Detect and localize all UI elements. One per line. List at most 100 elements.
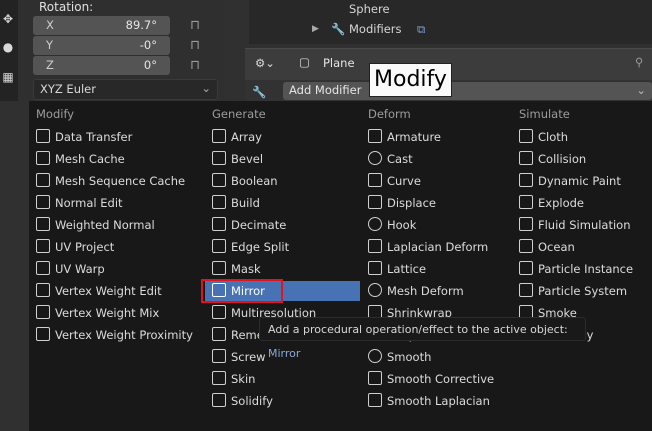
expand-arrow-icon[interactable]: ▶ [312,24,319,34]
menu-item-cloth[interactable]: Cloth [519,126,652,148]
menu-item-label: Dynamic Paint [538,174,621,188]
add-modifier-dropdown[interactable]: Add Modifier ⌄ [283,82,652,100]
data-transfer-icon [36,129,50,143]
menu-item-skin[interactable]: Skin [212,368,360,390]
menu-item-collision[interactable]: Collision [519,148,652,170]
menu-item-vertex-weight-proximity[interactable]: Vertex Weight Proximity [36,324,206,346]
menu-item-cast[interactable]: Cast [368,148,516,170]
column-header-deform: Deform [368,107,411,121]
menu-item-armature[interactable]: Armature [368,126,516,148]
menu-item-label: Ocean [538,240,575,254]
menu-item-bevel[interactable]: Bevel [212,148,360,170]
rotation-mode-dropdown[interactable]: XYZ Euler ⌄ [33,79,218,100]
object-name: Plane [323,56,355,70]
axis-label: X [46,18,54,32]
menu-item-smooth-laplacian[interactable]: Smooth Laplacian [368,390,516,412]
menu-item-uv-project[interactable]: UV Project [36,236,206,258]
menu-item-array[interactable]: Array [212,126,360,148]
menu-item-label: Hook [387,218,417,232]
build-icon [212,195,226,209]
cast-icon [368,151,382,165]
uv-project-icon [36,239,50,253]
menu-item-label: Lattice [387,262,427,276]
menu-item-label: Normal Edit [55,196,123,210]
menu-item-label: Boolean [231,174,278,188]
menu-item-label: Mask [231,262,261,276]
displace-icon [368,195,382,209]
outliner-row-modifiers[interactable]: ▶ 🔧 Modifiers ⧉ [249,20,652,40]
tooltip-highlight: Mirror [268,347,301,360]
menu-item-displace[interactable]: Displace [368,192,516,214]
transform-tool-icon[interactable]: ✥ [1,12,15,26]
menu-item-weighted-normal[interactable]: Weighted Normal [36,214,206,236]
menu-item-label: Curve [387,174,421,188]
menu-item-label: Particle System [538,284,628,298]
lock-icon[interactable]: ⊓ [190,59,206,73]
outliner: Sphere ▶ 🔧 Modifiers ⧉ [249,0,652,44]
modify-annotation: Modify [369,63,452,97]
menu-item-boolean[interactable]: Boolean [212,170,360,192]
menu-item-uv-warp[interactable]: UV Warp [36,258,206,280]
menu-item-laplacian-deform[interactable]: Laplacian Deform [368,236,516,258]
grid-view-icon[interactable]: ▦ [1,70,15,84]
outliner-row-sphere[interactable]: Sphere [249,0,652,20]
pin-icon[interactable]: ⚲ [635,55,643,69]
lock-icon[interactable]: ⊓ [190,39,206,53]
menu-item-mask[interactable]: Mask [212,258,360,280]
menu-item-particle-system[interactable]: Particle System [519,280,652,302]
menu-item-mesh-deform[interactable]: Mesh Deform [368,280,516,302]
menu-item-vertex-weight-edit[interactable]: Vertex Weight Edit [36,280,206,302]
menu-item-fluid-simulation[interactable]: Fluid Simulation [519,214,652,236]
menu-item-explode[interactable]: Explode [519,192,652,214]
menu-item-label: Bevel [231,152,264,166]
menu-item-edge-split[interactable]: Edge Split [212,236,360,258]
menu-item-normal-edit[interactable]: Normal Edit [36,192,206,214]
menu-item-vertex-weight-mix[interactable]: Vertex Weight Mix [36,302,206,324]
wrench-icon: 🔧 [331,22,346,36]
column-header-generate: Generate [212,107,266,121]
menu-item-label: Laplacian Deform [387,240,489,254]
menu-item-lattice[interactable]: Lattice [368,258,516,280]
chevron-down-icon: ⌄ [201,81,211,95]
menu-item-label: Vertex Weight Mix [55,306,160,320]
menu-item-label: Smooth Laplacian [387,394,490,408]
multiresolution-icon [212,305,226,319]
lock-icon[interactable]: ⊓ [190,19,206,33]
menu-item-solidify[interactable]: Solidify [212,390,360,412]
menu-item-label: Edge Split [231,240,290,254]
menu-item-label: Mesh Deform [387,284,464,298]
outliner-label: Sphere [349,2,390,16]
add-modifier-label: Add Modifier [289,83,362,97]
editor-type-icon[interactable]: ⚙⌄ [255,56,275,70]
mirror-annotation-box [201,279,283,303]
boolean-icon [212,173,226,187]
outliner-label: Modifiers [349,22,402,36]
armature-icon [368,129,382,143]
vertex-weight-mix-icon [36,305,50,319]
weighted-normal-icon [36,217,50,231]
wrench-tab-icon[interactable]: 🔧 [252,85,266,99]
menu-item-label: Weighted Normal [55,218,155,232]
rotation-y-field[interactable]: Y -0° [33,36,170,55]
menu-item-particle-instance[interactable]: Particle Instance [519,258,652,280]
menu-item-label: Build [231,196,260,210]
menu-item-label: Vertex Weight Proximity [55,328,193,342]
menu-item-dynamic-paint[interactable]: Dynamic Paint [519,170,652,192]
menu-item-mesh-sequence-cache[interactable]: Mesh Sequence Cache [36,170,206,192]
bevel-icon [212,151,226,165]
menu-item-build[interactable]: Build [212,192,360,214]
ocean-icon [519,239,533,253]
menu-item-decimate[interactable]: Decimate [212,214,360,236]
menu-item-ocean[interactable]: Ocean [519,236,652,258]
menu-item-hook[interactable]: Hook [368,214,516,236]
menu-item-data-transfer[interactable]: Data Transfer [36,126,206,148]
menu-item-smooth-corrective[interactable]: Smooth Corrective [368,368,516,390]
camera-view-icon[interactable]: ● [1,40,15,54]
mask-icon [212,261,226,275]
menu-item-curve[interactable]: Curve [368,170,516,192]
rotation-z-field[interactable]: Z 0° [33,56,170,75]
menu-item-smooth[interactable]: Smooth [368,346,516,368]
rotation-x-field[interactable]: X 89.7° [33,16,170,35]
menu-item-mesh-cache[interactable]: Mesh Cache [36,148,206,170]
menu-item-label: Skin [231,372,256,386]
